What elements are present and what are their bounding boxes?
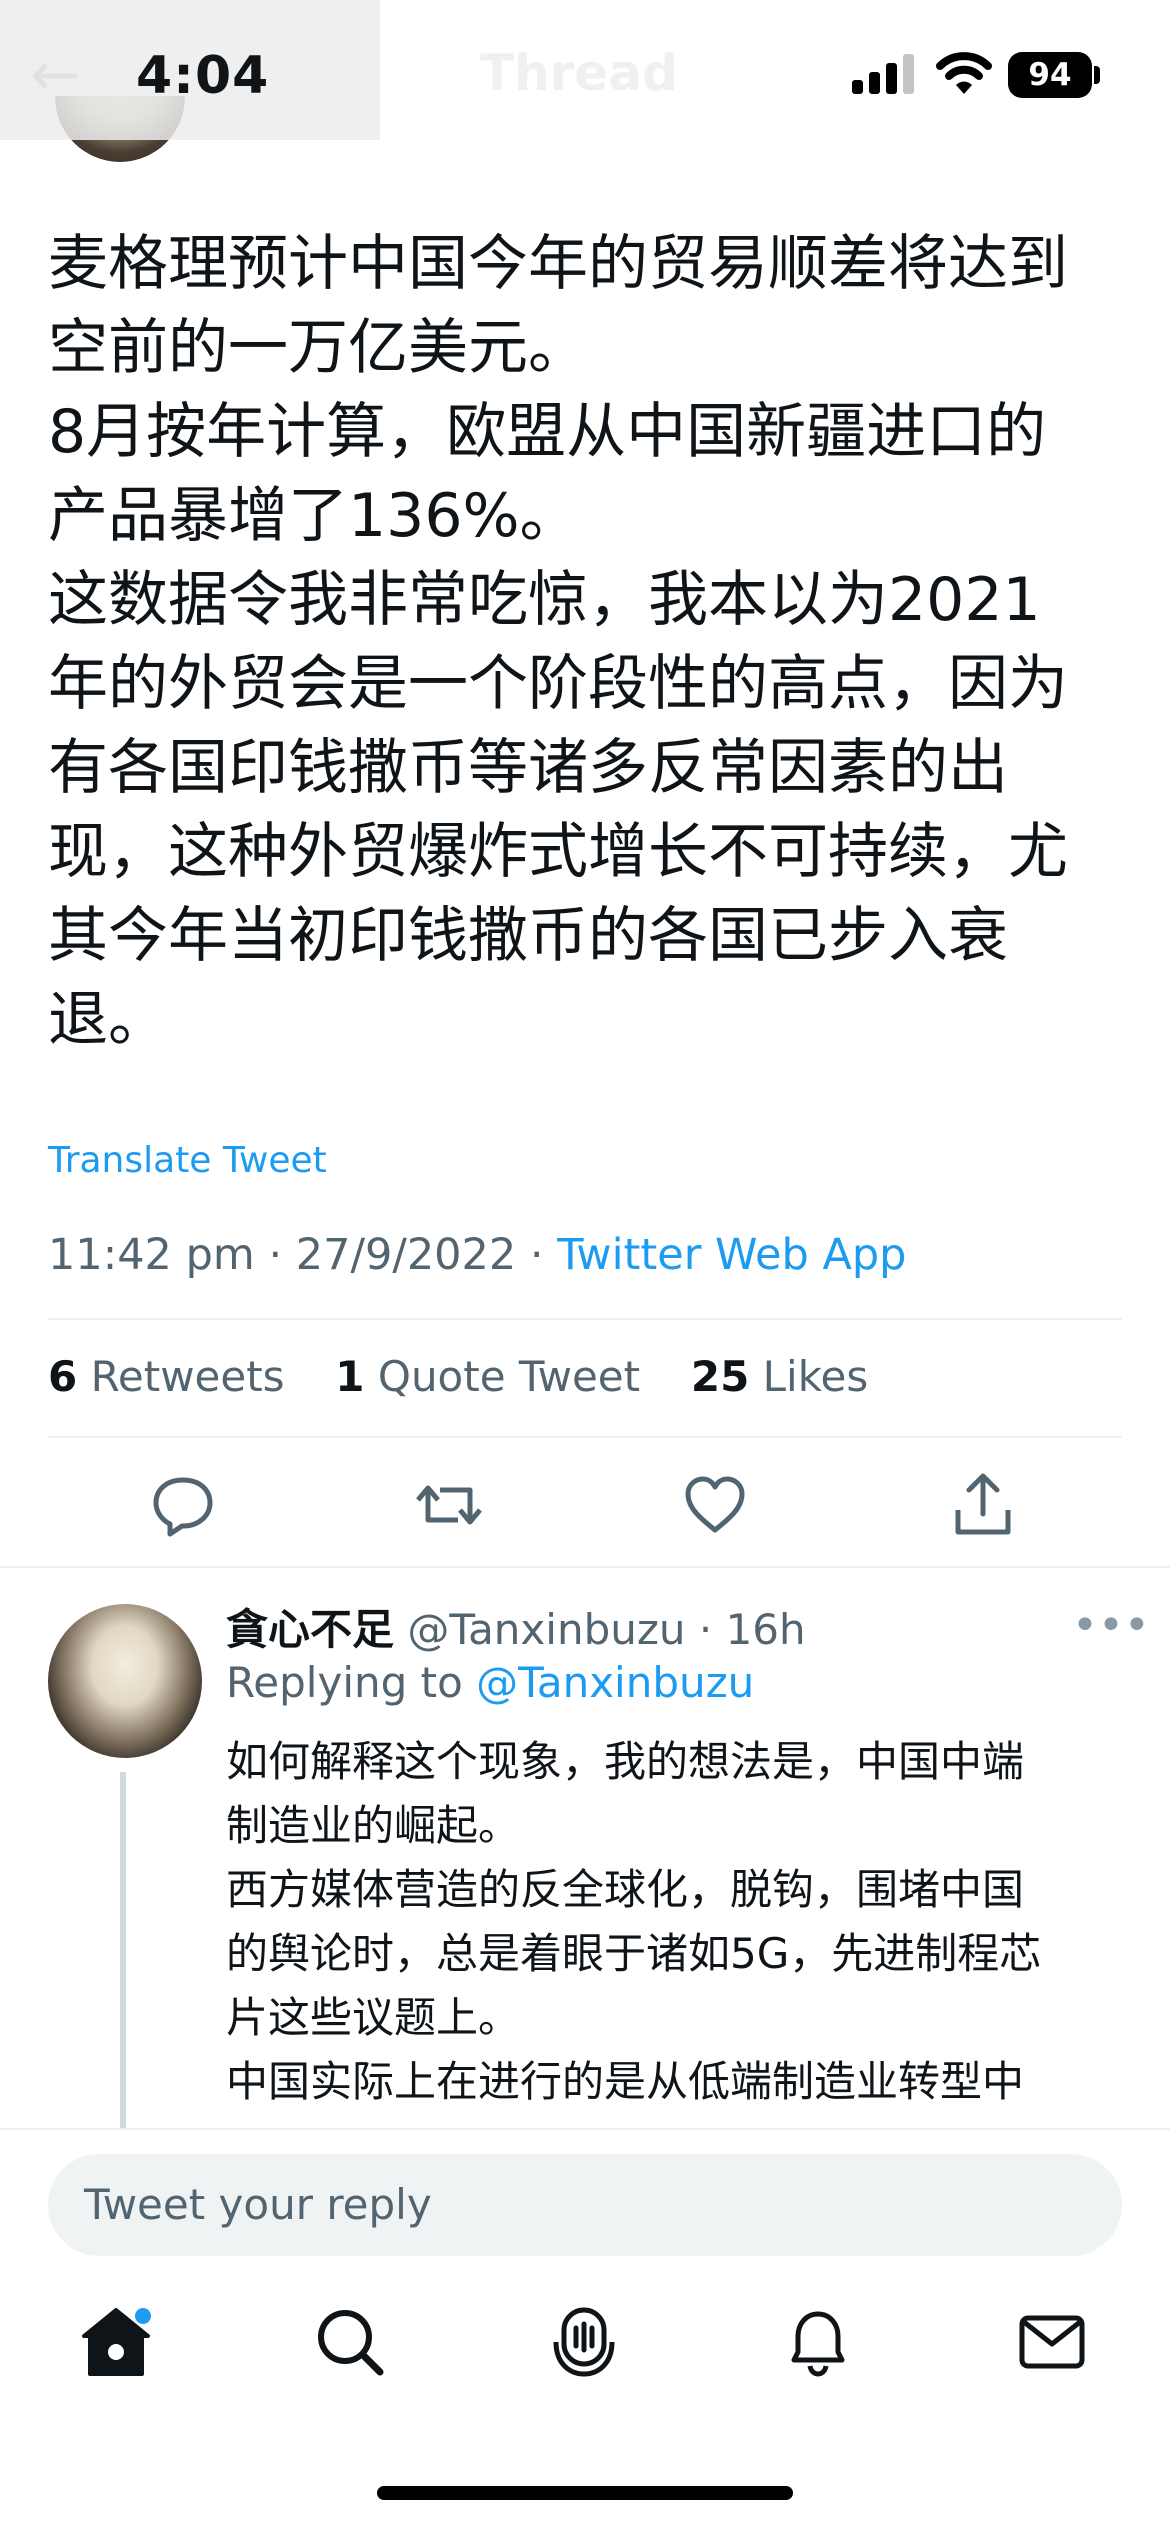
home-indicator[interactable] — [377, 2486, 793, 2500]
battery-icon: 94 — [1008, 52, 1092, 98]
search-icon[interactable] — [310, 2302, 390, 2382]
divider — [48, 1318, 1122, 1320]
reply-tweet-text: 如何解释这个现象，我的想法是，中国中端 制造业的崛起。 西方媒体营造的反全球化，… — [226, 1737, 1042, 2122]
replying-to: Replying to @Tanxinbuzu — [226, 1658, 755, 1707]
replying-to-handle[interactable]: @Tanxinbuzu — [476, 1658, 754, 1707]
reply-handle-time: @Tanxinbuzu · 16h — [394, 1605, 806, 1654]
tweet-text: 麦格理预计中国今年的贸易顺差将达到 空前的一万亿美元。 8月按年计算，欧盟从中国… — [48, 229, 1068, 1055]
reply-header: 貪心不足 @Tanxinbuzu · 16h — [226, 1596, 806, 1657]
likes-stat[interactable]: 25 Likes — [691, 1352, 868, 1401]
retweet-icon[interactable] — [414, 1470, 484, 1540]
divider — [48, 1436, 1122, 1438]
reply-input[interactable]: Tweet your reply — [48, 2154, 1122, 2256]
tweet-actions — [0, 1470, 1170, 1540]
notifications-icon[interactable] — [778, 2302, 858, 2382]
unread-indicator-dot — [135, 2308, 151, 2324]
like-heart-icon[interactable] — [680, 1470, 750, 1540]
reply-author-avatar[interactable] — [48, 1604, 202, 1758]
retweets-stat[interactable]: 6 Retweets — [48, 1352, 285, 1401]
more-options-icon[interactable]: ••• — [1072, 1600, 1150, 1651]
back-arrow-icon[interactable]: ← — [30, 40, 80, 110]
battery-tip — [1094, 66, 1100, 84]
page-title: Thread — [480, 44, 678, 102]
reply-icon[interactable] — [148, 1470, 218, 1540]
source-app-link[interactable]: Twitter Web App — [557, 1230, 906, 1280]
reply-author-name[interactable]: 貪心不足 — [226, 1605, 394, 1654]
messages-icon[interactable] — [1012, 2302, 1092, 2382]
tweet-meta: 11:42 pm · 27/9/2022 · Twitter Web App — [48, 1230, 906, 1280]
spaces-icon[interactable] — [544, 2302, 624, 2382]
status-bar: ← Thread 4:04 94 — [0, 0, 1170, 140]
engagement-stats: 6 Retweets 1 Quote Tweet 25 Likes — [48, 1352, 868, 1401]
cellular-signal-icon — [852, 54, 914, 94]
divider — [0, 1566, 1170, 1568]
quotes-stat[interactable]: 1 Quote Tweet — [335, 1352, 640, 1401]
share-icon[interactable] — [948, 1470, 1018, 1540]
tweet-timestamp: 11:42 pm · 27/9/2022 · — [48, 1230, 558, 1280]
reply-composer-bar: Tweet your reply — [0, 2128, 1170, 2262]
clock: 4:04 — [136, 46, 270, 106]
translate-tweet-link[interactable]: Translate Tweet — [48, 1140, 327, 1181]
wifi-icon — [936, 52, 992, 94]
thread-connector-line — [120, 1772, 126, 2132]
